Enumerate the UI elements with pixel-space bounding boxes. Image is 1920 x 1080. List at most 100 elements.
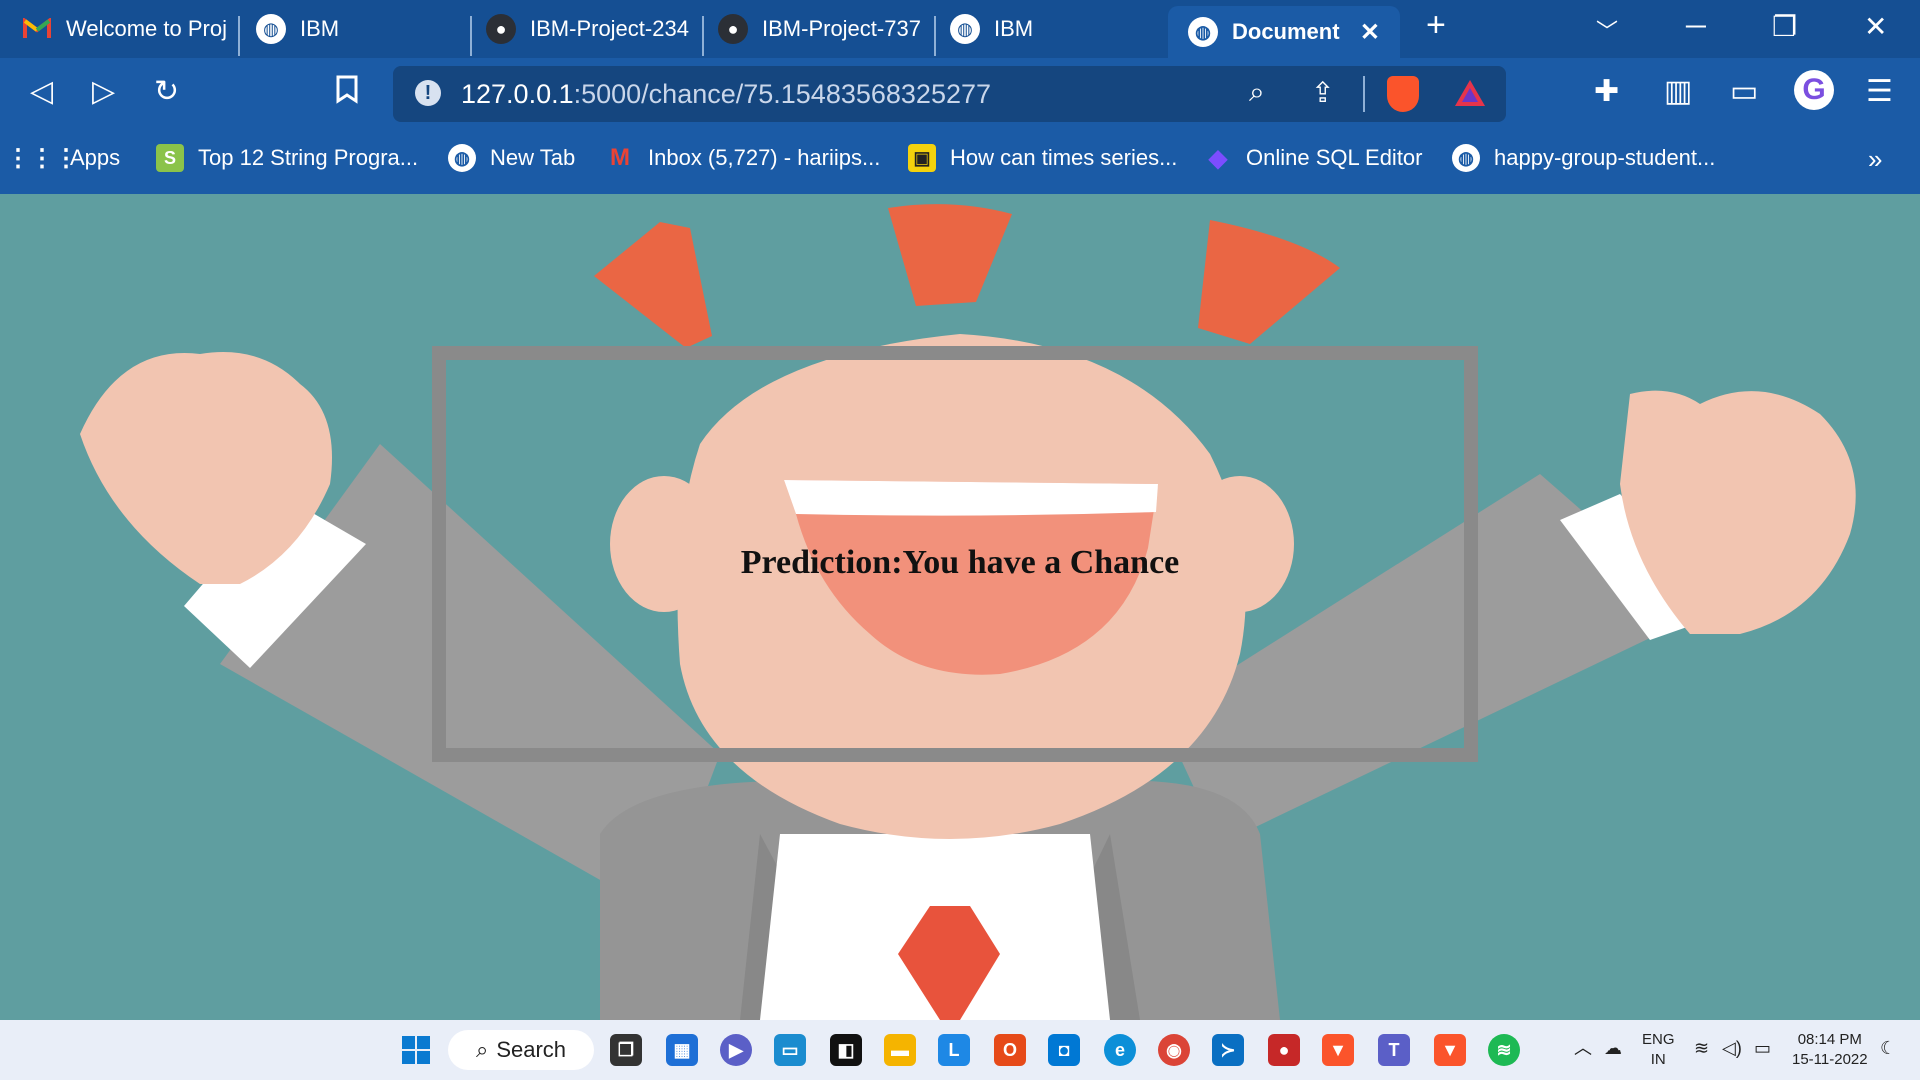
tab-ibm-2[interactable]: ◍ IBM <box>950 8 1150 50</box>
bookmark-times-series[interactable]: ▣ How can times series... <box>908 144 1177 172</box>
clock[interactable]: 08:14 PM 15-11-2022 <box>1792 1030 1868 1070</box>
bookmark-label: Top 12 String Progra... <box>198 145 419 170</box>
tab-label: IBM-Project-234 <box>530 16 689 41</box>
new-tab-button[interactable]: + <box>1426 6 1446 45</box>
bookmark-label: happy-group-student... <box>1494 145 1716 170</box>
profile-avatar[interactable]: G <box>1794 70 1834 110</box>
volume-icon[interactable]: ◁) <box>1722 1038 1742 1058</box>
tab-label: Welcome to Proj <box>66 16 227 41</box>
teams-icon[interactable]: T <box>1378 1034 1410 1066</box>
onedrive-icon[interactable]: ☁ <box>1604 1038 1622 1058</box>
close-tab-icon[interactable]: ✕ <box>1360 18 1380 47</box>
bookmark-label: Apps <box>70 145 121 170</box>
l-app-icon[interactable]: L <box>938 1034 970 1066</box>
bookmark-sql-editor[interactable]: ◆ Online SQL Editor <box>1204 144 1423 172</box>
bookmark-icon[interactable] <box>334 74 360 112</box>
tray-overflow-icon[interactable]: ︿ <box>1574 1038 1592 1058</box>
store-icon[interactable]: ◘ <box>1048 1034 1080 1066</box>
tab-gmail[interactable]: Welcome to Proj <box>22 8 232 50</box>
bookmark-apps[interactable]: ⋮⋮⋮ Apps <box>6 144 121 172</box>
close-window-icon[interactable]: ✕ <box>1864 10 1887 43</box>
square-logo-icon: ▣ <box>908 144 936 172</box>
bookmark-label: New Tab <box>490 145 576 170</box>
language-indicator[interactable]: ENG IN <box>1642 1030 1675 1070</box>
bookmarks-bar: ⋮⋮⋮ Apps S Top 12 String Progra... ◍ New… <box>0 134 1920 194</box>
url-text[interactable]: 127.0.0.1:5000/chance/75.15483568325277 <box>461 79 991 110</box>
apps-grid-icon: ⋮⋮⋮ <box>6 144 78 172</box>
office-icon[interactable]: O <box>994 1034 1026 1066</box>
site-info-icon[interactable]: ! <box>415 80 441 106</box>
tab-strip: Welcome to Proj ◍ IBM ● IBM-Project-234 … <box>0 0 1920 58</box>
start-button[interactable] <box>400 1034 432 1066</box>
taskbar-search[interactable]: ⌕ Search <box>448 1030 594 1070</box>
search-label: Search <box>496 1037 567 1062</box>
bookmark-string-programs[interactable]: S Top 12 String Progra... <box>156 144 418 172</box>
brave-icon[interactable]: ▼ <box>1322 1034 1354 1066</box>
screen-recorder-icon[interactable]: ● <box>1268 1034 1300 1066</box>
gmail-icon: M <box>610 144 630 171</box>
tab-document[interactable]: ◍ Document ✕ <box>1168 6 1400 58</box>
bookmark-new-tab[interactable]: ◍ New Tab <box>448 144 575 172</box>
bookmarks-overflow-icon[interactable]: » <box>1868 144 1882 175</box>
globe-icon: ◍ <box>1188 17 1218 47</box>
globe-icon: ◍ <box>448 144 476 172</box>
browser-chrome: Welcome to Proj ◍ IBM ● IBM-Project-234 … <box>0 0 1920 194</box>
tab-search-chevron-icon[interactable]: ﹀ <box>1596 14 1618 46</box>
tab-separator <box>470 16 472 56</box>
wifi-icon[interactable]: ≋ <box>1694 1038 1709 1058</box>
clock-time: 08:14 PM <box>1797 1031 1862 1048</box>
tab-github-234[interactable]: ● IBM-Project-234 <box>486 8 696 50</box>
extensions-icon[interactable]: ✚ <box>1594 74 1619 109</box>
globe-icon: ◍ <box>1452 144 1480 172</box>
prediction-result-text: Prediction:You have a Chance <box>740 544 1180 581</box>
github-icon: ● <box>718 14 748 44</box>
wallet-icon[interactable]: ▭ <box>1730 74 1758 109</box>
tab-label: IBM-Project-737 <box>762 16 921 41</box>
monitor-app-icon[interactable]: ▭ <box>774 1034 806 1066</box>
tab-separator <box>934 16 936 56</box>
edge-icon[interactable]: e <box>1104 1034 1136 1066</box>
omnibox-divider <box>1363 76 1365 112</box>
spotify-icon[interactable]: ≋ <box>1488 1034 1520 1066</box>
lang-code: ENG <box>1642 1031 1675 1048</box>
restore-icon[interactable]: ❐ <box>1772 10 1797 43</box>
tab-ibm[interactable]: ◍ IBM <box>256 8 456 50</box>
minimize-icon[interactable]: ─ <box>1686 10 1706 42</box>
battery-icon[interactable]: ▭ <box>1754 1038 1771 1058</box>
brave-rewards-icon[interactable] <box>1453 78 1487 113</box>
github-icon: ● <box>486 14 516 44</box>
back-icon[interactable]: ◁ <box>30 74 53 109</box>
reload-icon[interactable]: ↻ <box>154 74 179 109</box>
vscode-icon[interactable]: ≻ <box>1212 1034 1244 1066</box>
widgets-icon[interactable]: ▦ <box>666 1034 698 1066</box>
page-content: Prediction:You have a Chance <box>0 194 1920 1020</box>
gmail-icon <box>22 14 52 44</box>
share-icon[interactable]: ⇪ <box>1311 76 1334 109</box>
address-bar[interactable]: ! 127.0.0.1:5000/chance/75.1548356832527… <box>393 66 1506 122</box>
globe-icon: ◍ <box>256 14 286 44</box>
forward-icon[interactable]: ▷ <box>92 74 115 109</box>
brave-active-icon[interactable]: ▼ <box>1434 1034 1466 1066</box>
windows-taskbar: ⌕ Search ❐ ▦ ▶ ▭ ◧ ▬ L O ◘ e ◉ ≻ ● ▼ T ▼… <box>0 1020 1920 1080</box>
file-explorer-icon[interactable]: ▬ <box>884 1034 916 1066</box>
bookmark-happy-group[interactable]: ◍ happy-group-student... <box>1452 144 1715 172</box>
region-code: IN <box>1650 1051 1666 1068</box>
brave-shields-icon[interactable] <box>1387 76 1419 112</box>
s-logo-icon: S <box>156 144 184 172</box>
teams-chat-icon[interactable]: ▶ <box>720 1034 752 1066</box>
search-icon: ⌕ <box>476 1037 489 1062</box>
chrome-icon[interactable]: ◉ <box>1158 1034 1190 1066</box>
bookmark-label: How can times series... <box>950 145 1178 170</box>
dolby-icon[interactable]: ◧ <box>830 1034 862 1066</box>
programiz-icon: ◆ <box>1208 144 1228 172</box>
notifications-icon[interactable]: ☾ <box>1880 1038 1896 1058</box>
tab-github-737[interactable]: ● IBM-Project-737 <box>718 8 928 50</box>
bookmark-label: Inbox (5,727) - hariips... <box>648 145 881 170</box>
clock-date: 15-11-2022 <box>1792 1051 1868 1068</box>
task-view-icon[interactable]: ❐ <box>610 1034 642 1066</box>
sidebar-icon[interactable]: ▥ <box>1664 74 1692 109</box>
bookmark-inbox[interactable]: M Inbox (5,727) - hariips... <box>606 144 880 172</box>
zoom-icon[interactable]: ⌕ <box>1249 76 1265 109</box>
tab-separator <box>702 16 704 56</box>
menu-icon[interactable]: ☰ <box>1866 74 1893 109</box>
